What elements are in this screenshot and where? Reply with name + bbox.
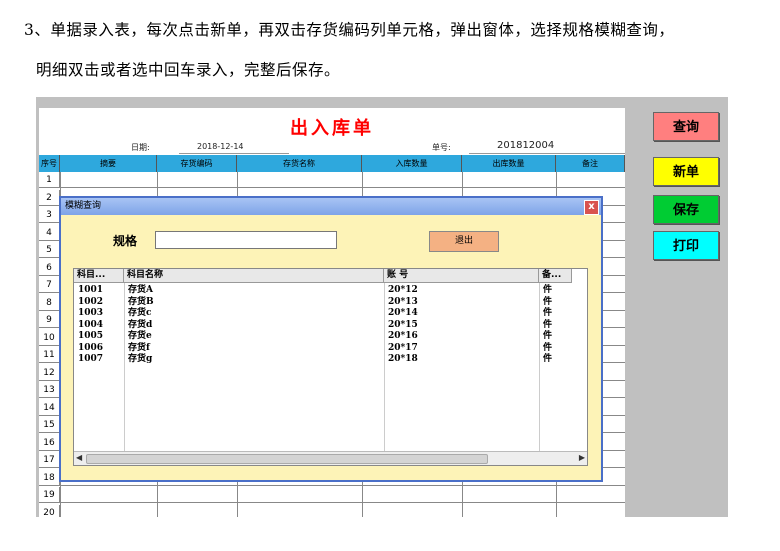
dialog-title: 模糊查询 [61,198,601,215]
list-item-name: 存货g [128,354,153,364]
row-number: 3 [39,207,60,223]
list-item-code: 1007 [78,354,104,364]
header-seq: 序号 [39,155,60,172]
list-item-account: 20*13 [388,296,418,307]
row-number: 19 [39,487,60,503]
row-number: 8 [39,294,60,311]
list-item[interactable]: 1004 存货d 20*15 件 [74,320,572,332]
list-column-header[interactable]: 账 号 [384,269,539,283]
date-label: 日期: [131,143,150,152]
row-number: 17 [39,452,60,468]
row-number: 16 [39,434,60,451]
header-summary: 摘要 [60,155,157,172]
scroll-thumb[interactable] [86,454,488,464]
row-number: 18 [39,469,60,486]
save-button[interactable]: 保存 [653,195,719,224]
list-item[interactable]: 1006 存货f 20*17 件 [74,343,572,355]
list-item-name: 存货d [128,319,153,330]
list-item-name: 存货c [128,308,152,318]
list-item-name: 存货f [128,342,150,353]
list-column-header[interactable]: 备... [539,269,572,283]
list-item-unit: 件 [543,331,553,341]
query-button[interactable]: 查询 [653,112,719,141]
list-item-unit: 件 [543,319,553,330]
print-button[interactable]: 打印 [653,231,719,260]
row-number: 10 [39,329,60,346]
exit-button[interactable]: 退出 [429,231,499,252]
fuzzy-query-dialog: 模糊查询 x 规格 退出 ◀ ▶ 科目... 科目名称账 号备... 1001 存货A… [59,196,603,482]
table-row[interactable]: 20 [39,504,625,517]
list-item-code: 1002 [78,296,104,307]
list-item-unit: 件 [543,285,553,295]
result-list[interactable]: ◀ ▶ 科目... 科目名称账 号备... 1001 存货A 20*12 件 1002 存货B… [73,268,588,466]
list-item-code: 1001 [78,285,104,295]
list-item-name: 存货e [128,331,152,341]
list-item-account: 20*12 [388,285,418,295]
list-item-account: 20*16 [388,331,418,341]
row-number: 7 [39,277,60,293]
date-value[interactable]: 2018-12-14 [197,142,244,151]
list-item-name: 存货B [128,296,154,307]
list-item-account: 20*15 [388,319,418,330]
list-item-account: 20*14 [388,308,418,318]
list-item[interactable]: 1001 存货A 20*12 件 [74,285,572,297]
table-row[interactable]: 19 [39,487,625,503]
row-number: 5 [39,242,60,258]
list-column-header[interactable]: 科目名称 [124,269,384,283]
list-item-account: 20*18 [388,354,418,364]
list-item-name: 存货A [128,285,153,295]
header-in-qty: 入库数量 [362,155,462,172]
list-item[interactable]: 1007 存货g 20*18 件 [74,354,572,366]
header-item-name: 存货名称 [237,155,362,172]
scroll-right-icon[interactable]: ▶ [579,453,585,462]
list-item[interactable]: 1005 存货e 20*16 件 [74,331,572,343]
horizontal-scrollbar[interactable]: ◀ ▶ [74,451,587,465]
close-icon[interactable]: x [584,200,599,215]
row-number: 14 [39,399,60,416]
list-item-account: 20*17 [388,342,418,353]
list-item-code: 1003 [78,308,104,318]
row-number: 6 [39,259,60,276]
scroll-left-icon[interactable]: ◀ [76,453,82,462]
list-item[interactable]: 1002 存货B 20*13 件 [74,297,572,309]
row-number: 12 [39,364,60,381]
row-number: 4 [39,224,60,241]
header-remark: 备注 [556,155,625,172]
number-value[interactable]: 201812004 [497,140,554,151]
header-out-qty: 出库数量 [462,155,556,172]
row-number: 15 [39,417,60,433]
row-number: 9 [39,312,60,328]
list-item[interactable]: 1003 存货c 20*14 件 [74,308,572,320]
header-item-code: 存货编码 [157,155,237,172]
row-number: 1 [39,172,60,188]
number-label: 单号: [432,143,451,152]
list-item-unit: 件 [543,342,553,353]
list-item-code: 1006 [78,342,104,353]
row-number: 13 [39,382,60,398]
intro-line-2: 明细双击或者选中回车录入，完整后保存。 [36,61,341,79]
list-item-unit: 件 [543,308,553,318]
list-item-code: 1004 [78,319,104,330]
row-number: 2 [39,189,60,206]
table-row[interactable]: 1 [39,172,625,188]
row-number: 20 [39,504,60,517]
new-button[interactable]: 新单 [653,157,719,186]
row-number: 11 [39,347,60,363]
list-item-unit: 件 [543,296,553,307]
form-title: 出入库单 [290,118,374,139]
list-item-unit: 件 [543,354,553,364]
list-item-code: 1005 [78,331,104,341]
intro-line-1: 3、单据录入表，每次点击新单，再双击存货编码列单元格，弹出窗体，选择规格模糊查询… [24,21,675,39]
spec-input[interactable] [155,231,337,249]
list-column-header[interactable]: 科目... [74,269,124,283]
spec-label: 规格 [113,234,138,248]
